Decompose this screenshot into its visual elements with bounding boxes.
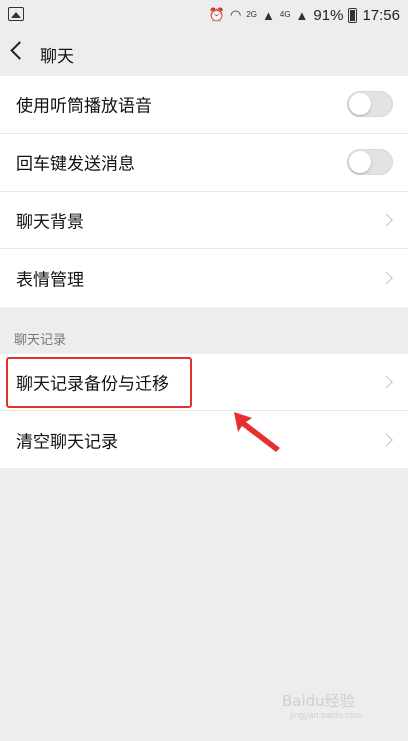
back-arrow-icon[interactable] [10,41,29,60]
network-2g-label: 2G [246,10,257,19]
toggle-knob [349,151,371,174]
toggle-knob [349,93,371,116]
signal-icon: ▲ [262,7,275,23]
section-header-chat-records: 聊天记录 [14,333,67,348]
chevron-right-icon [380,213,393,227]
setting-label: 聊天背景 [16,212,84,233]
setting-row-chat-background[interactable]: 聊天背景 [0,192,408,250]
setting-row-clear-history[interactable]: 清空聊天记录 [0,411,408,468]
signal-icon-2: ▲ [295,7,309,23]
nav-bar: 聊天 [0,30,408,76]
page-title: 聊天 [40,47,74,67]
setting-row-backup-migrate[interactable]: 聊天记录备份与迁移 [0,354,408,411]
setting-label: 聊天记录备份与迁移 [16,374,169,395]
earpiece-toggle[interactable] [347,91,393,118]
wifi-icon: ◠ [229,7,242,22]
battery-percent: 91% [313,6,344,24]
setting-row-earpiece[interactable]: 使用听筒播放语音 [0,76,408,134]
setting-row-enter-to-send[interactable]: 回车键发送消息 [0,134,408,192]
network-4g-label: 4G [279,10,291,19]
chevron-right-icon [380,433,393,446]
chat-records-group: 聊天记录备份与迁移 清空聊天记录 [0,354,408,468]
setting-label: 使用听筒播放语音 [16,96,152,117]
enter-send-toggle[interactable] [347,149,393,176]
battery-icon [348,7,358,23]
baidu-watermark-url: jingyan.baidu.com [290,710,363,720]
chevron-right-icon [380,271,393,285]
clock: 17:56 [362,6,400,24]
chat-settings-group: 使用听筒播放语音 回车键发送消息 聊天背景 表情管理 [0,76,408,307]
baidu-watermark: Baidu经验 [282,692,355,710]
status-icons: ⏰ ◠ 2G ▲ 4G ▲ 91% 17:56 [209,5,400,25]
status-bar: ⏰ ◠ 2G ▲ 4G ▲ 91% 17:56 [0,0,408,30]
setting-label: 回车键发送消息 [16,154,135,175]
alarm-icon: ⏰ [208,7,225,22]
chevron-right-icon [380,375,393,389]
gallery-notification-icon [8,7,24,21]
setting-label: 表情管理 [16,270,84,291]
setting-row-sticker-management[interactable]: 表情管理 [0,249,408,307]
setting-label: 清空聊天记录 [16,432,118,452]
